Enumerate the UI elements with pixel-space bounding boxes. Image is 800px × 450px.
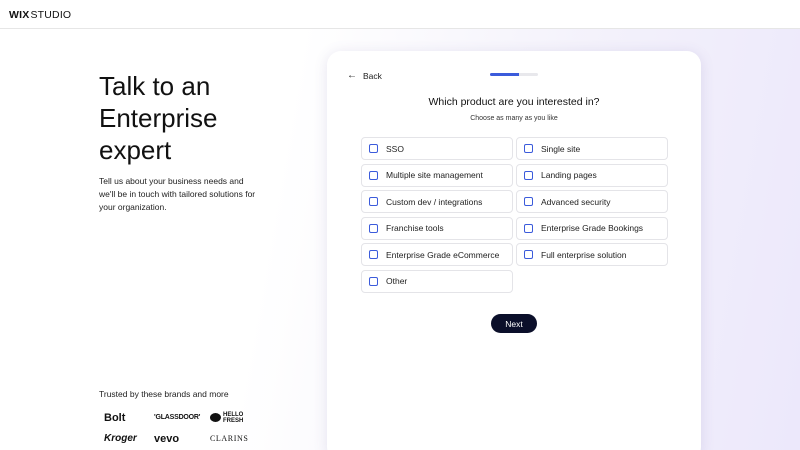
checkbox[interactable] — [369, 197, 378, 206]
logo-studio-text: STUDIO — [30, 9, 72, 21]
option-label: Full enterprise solution — [541, 249, 627, 260]
logo-wix-text: WIX — [9, 9, 30, 21]
checkbox[interactable] — [524, 223, 533, 233]
kroger-logo: Kroger — [104, 433, 137, 444]
top-bar: WIX STUDIO — [0, 0, 800, 29]
option-label: Landing pages — [541, 170, 597, 180]
option-advanced-security[interactable]: Advanced security — [516, 190, 668, 213]
checkbox[interactable] — [369, 144, 378, 153]
title-line-2: Enterprise — [99, 103, 218, 133]
option-full-enterprise-solution[interactable]: Full enterprise solution — [516, 243, 668, 266]
hellofresh-mark-icon — [210, 413, 221, 422]
checkbox[interactable] — [369, 276, 378, 286]
option-label: Custom dev / integrations — [386, 196, 483, 207]
next-button[interactable]: Next — [491, 314, 537, 333]
option-single-site[interactable]: Single site — [516, 137, 668, 160]
hellofresh-wordmark: HELLO FRESH — [223, 412, 243, 424]
checkbox[interactable] — [524, 144, 533, 153]
wix-studio-logo[interactable]: WIX STUDIO — [9, 9, 71, 21]
product-selection-card: ← Back Which product are you interested … — [327, 51, 701, 450]
progress-fill — [490, 73, 519, 76]
option-sso[interactable]: SSO — [361, 137, 513, 160]
checkbox[interactable] — [369, 223, 378, 233]
bolt-logo: Bolt — [104, 411, 126, 424]
trusted-brands-label: Trusted by these brands and more — [99, 389, 229, 399]
vevo-logo: vevo — [154, 432, 180, 445]
checkbox[interactable] — [524, 250, 533, 259]
back-button[interactable]: ← Back — [347, 70, 382, 81]
option-enterprise-grade-bookings[interactable]: Enterprise Grade Bookings — [516, 216, 668, 240]
option-enterprise-grade-ecommerce[interactable]: Enterprise Grade eCommerce — [361, 243, 513, 266]
option-other[interactable]: Other — [361, 269, 513, 293]
option-landing-pages[interactable]: Landing pages — [516, 163, 668, 187]
checkbox[interactable] — [369, 250, 378, 259]
option-custom-dev-integrations[interactable]: Custom dev / integrations — [361, 190, 513, 213]
option-label: Franchise tools — [386, 223, 444, 233]
option-franchise-tools[interactable]: Franchise tools — [361, 216, 513, 240]
subtitle-line-2: we'll be in touch with tailored solution… — [99, 189, 256, 199]
glassdoor-logo: 'GLASSDOOR' — [154, 414, 201, 421]
option-label: SSO — [386, 143, 404, 154]
subtitle-line-3: your organization. — [99, 202, 167, 212]
question-title: Which product are you interested in? — [428, 96, 600, 108]
page-title: Talk to an Enterprise expert — [99, 70, 319, 166]
option-label: Other — [386, 276, 408, 286]
brand-logos: Bolt 'GLASSDOOR' HELLO FRESH Kroger vevo… — [104, 407, 254, 449]
checkbox[interactable] — [524, 197, 533, 206]
subtitle-line-1: Tell us about your business needs and — [99, 176, 244, 186]
product-options: SSO Single site Multiple site management… — [361, 137, 668, 293]
arrow-left-icon: ← — [347, 70, 357, 81]
option-label: Advanced security — [541, 196, 611, 207]
title-line-3: expert — [99, 135, 172, 165]
option-multiple-site-management[interactable]: Multiple site management — [361, 163, 513, 187]
checkbox[interactable] — [524, 170, 533, 180]
page-subtitle: Tell us about your business needs and we… — [99, 175, 279, 214]
question-hint: Choose as many as you like — [470, 115, 558, 122]
title-line-1: Talk to an — [99, 71, 211, 101]
option-label: Multiple site management — [386, 170, 483, 180]
clarins-logo: CLARINS — [210, 434, 249, 443]
hellofresh-logo: HELLO FRESH — [210, 412, 260, 424]
option-label: Single site — [541, 143, 581, 154]
option-label: Enterprise Grade Bookings — [541, 223, 644, 233]
back-label: Back — [363, 70, 382, 81]
progress-bar — [490, 73, 538, 76]
hellofresh-word-bottom: FRESH — [223, 417, 244, 424]
option-label: Enterprise Grade eCommerce — [386, 249, 500, 260]
checkbox[interactable] — [369, 170, 378, 180]
